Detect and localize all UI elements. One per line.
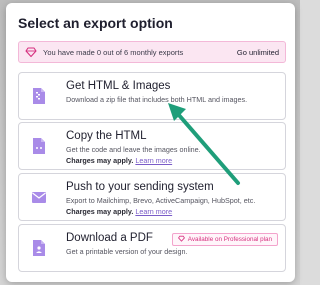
option-description: Export to Mailchimp, Brevo, ActiveCampai… xyxy=(66,196,256,205)
option-charges: Charges may apply. Learn more xyxy=(66,156,172,165)
option-copy-html[interactable]: Copy the HTML Get the code and leave the… xyxy=(18,122,286,170)
option-description: Get a printable version of your design. xyxy=(66,247,188,256)
option-download-pdf[interactable]: Download a PDF Get a printable version o… xyxy=(18,224,286,272)
option-description: Download a zip file that includes both H… xyxy=(66,95,248,104)
zip-file-icon xyxy=(31,87,47,105)
charges-text: Charges may apply. xyxy=(66,156,134,165)
option-title: Copy the HTML xyxy=(66,130,147,142)
option-title: Download a PDF xyxy=(66,232,153,244)
option-push-sending-system[interactable]: Push to your sending system Export to Ma… xyxy=(18,173,286,221)
pdf-file-icon xyxy=(31,239,47,257)
badge-text: Available on Professional plan xyxy=(187,236,272,243)
export-quota-banner: You have made 0 out of 6 monthly exports… xyxy=(18,41,286,63)
option-charges: Charges may apply. Learn more xyxy=(66,207,172,216)
option-description: Get the code and leave the images online… xyxy=(66,145,201,154)
banner-text: You have made 0 out of 6 monthly exports xyxy=(43,47,184,57)
modal-title: Select an export option xyxy=(18,15,173,31)
go-unlimited-link[interactable]: Go unlimited xyxy=(237,48,279,57)
charges-text: Charges may apply. xyxy=(66,207,134,216)
learn-more-link[interactable]: Learn more xyxy=(135,207,172,216)
code-file-icon xyxy=(31,137,47,155)
learn-more-link[interactable]: Learn more xyxy=(135,156,172,165)
professional-plan-badge: Available on Professional plan xyxy=(171,233,278,246)
option-title: Push to your sending system xyxy=(66,181,214,193)
diamond-icon xyxy=(177,235,185,244)
option-html-images[interactable]: Get HTML & Images Download a zip file th… xyxy=(18,72,286,120)
option-title: Get HTML & Images xyxy=(66,80,171,92)
diamond-icon xyxy=(25,46,37,58)
export-modal: Select an export option You have made 0 … xyxy=(6,3,295,282)
envelope-icon xyxy=(31,188,47,206)
